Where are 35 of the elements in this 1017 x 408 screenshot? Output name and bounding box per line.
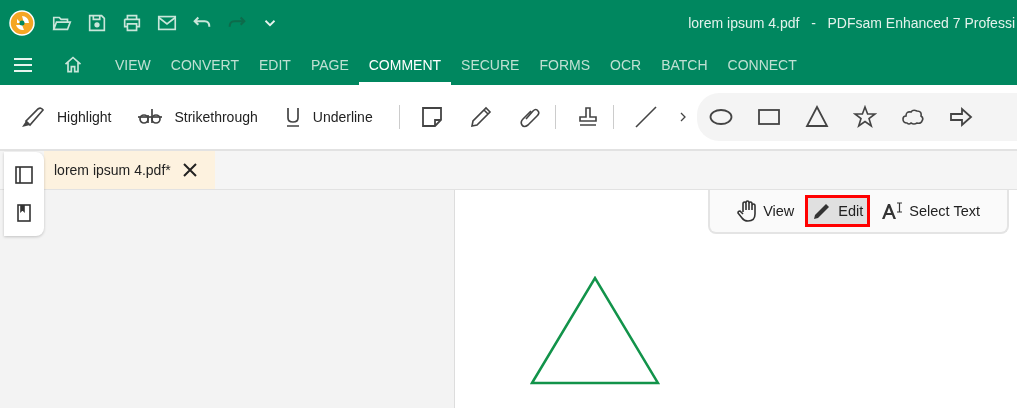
triangle-icon[interactable] xyxy=(804,105,829,129)
sticky-note-icon[interactable] xyxy=(419,105,444,129)
mode-button[interactable]: View xyxy=(730,194,802,228)
chevron-right-icon[interactable] xyxy=(678,111,687,123)
text-cursor-icon xyxy=(881,201,904,221)
menu-tab[interactable]: CONVERT xyxy=(160,45,249,85)
tab-title: lorem ipsum 4.pdf* xyxy=(54,162,171,178)
bookmark-icon[interactable] xyxy=(17,204,31,222)
hand-icon xyxy=(737,200,758,222)
menu-tab[interactable]: PAGE xyxy=(300,45,359,85)
star-icon[interactable] xyxy=(852,105,877,129)
menu-tab[interactable]: FORMS xyxy=(529,45,600,85)
document-tab[interactable]: lorem ipsum 4.pdf* xyxy=(44,151,215,189)
highlighter-icon xyxy=(20,105,46,129)
mode-button[interactable]: Select Text xyxy=(874,195,987,227)
triangle-shape[interactable] xyxy=(530,276,660,386)
annotation-tool[interactable]: Underline xyxy=(283,105,373,129)
annotation-tool[interactable]: Strikethrough xyxy=(137,105,258,129)
menu-tab[interactable]: CONNECT xyxy=(717,45,807,85)
pencil-icon[interactable] xyxy=(468,105,493,129)
menu-tab[interactable]: EDIT xyxy=(249,45,301,85)
arrow-right-icon[interactable] xyxy=(948,105,973,129)
panel-icon[interactable] xyxy=(15,166,33,184)
menu-icon[interactable] xyxy=(13,57,33,73)
home-icon[interactable] xyxy=(63,55,83,75)
menu-tab[interactable]: BATCH xyxy=(651,45,718,85)
annotation-tool[interactable]: Highlight xyxy=(20,105,112,129)
menu-tab[interactable]: SECURE xyxy=(451,45,530,85)
app-logo-icon[interactable] xyxy=(9,9,35,36)
menu-tab[interactable]: OCR xyxy=(600,45,652,85)
window-title: lorem ipsum 4.pdf - PDFsam Enhanced 7 Professi xyxy=(688,14,1015,31)
menu-tab[interactable]: VIEW xyxy=(105,45,161,85)
line-icon[interactable] xyxy=(633,105,658,129)
mode-button[interactable]: Edit xyxy=(805,195,871,227)
close-icon[interactable] xyxy=(182,163,197,177)
